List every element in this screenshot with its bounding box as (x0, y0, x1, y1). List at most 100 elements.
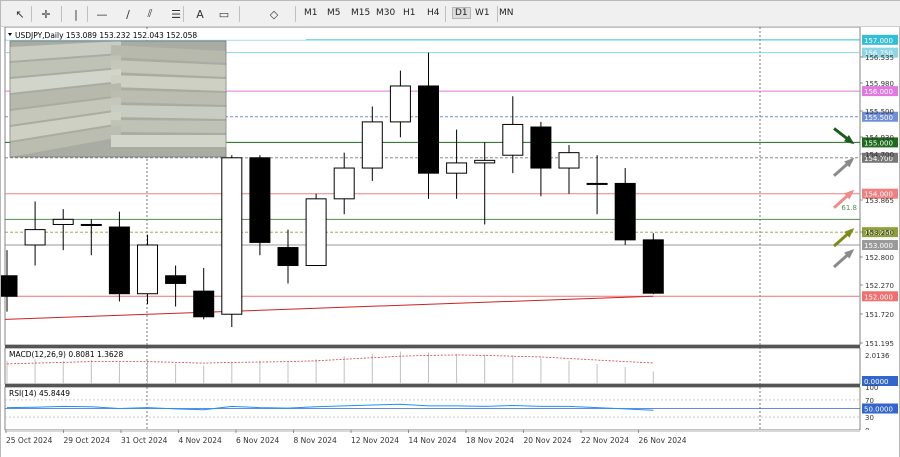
bearish-candle-body (165, 275, 187, 284)
price-tick-label: 152.270 (865, 282, 894, 290)
rsi-tick-label: 100 (865, 384, 878, 392)
date-tick-label: 26 Nov 2024 (639, 436, 687, 445)
bullish-candle-body (80, 223, 102, 226)
price-tick-label: 153.865 (865, 197, 894, 205)
date-tick-label: 12 Nov 2024 (351, 436, 399, 445)
level-price-text: 157.000 (864, 37, 893, 45)
banknote-yen (111, 120, 226, 133)
timeframe-m15[interactable]: M15 (351, 8, 370, 18)
candle (249, 155, 271, 256)
level-price-text: 153.000 (864, 242, 893, 250)
date-tick-label: 20 Nov 2024 (524, 436, 572, 445)
bearish-candle-body (193, 290, 215, 318)
price-tick-label: 156.535 (865, 54, 894, 62)
toolbar-separator (295, 6, 296, 22)
date-tick-label: 14 Nov 2024 (409, 436, 457, 445)
level-price-text: 152.000 (864, 293, 893, 301)
timeframe-h1[interactable]: H1 (403, 8, 416, 18)
bearish-candle-body (249, 157, 271, 243)
toolbar-separator (31, 6, 32, 22)
timeframe-m1[interactable]: M1 (304, 8, 318, 18)
bearish-candle-body (277, 247, 299, 266)
vertical-line-icon[interactable]: | (67, 5, 85, 23)
trendline-icon[interactable]: ∕ (119, 5, 137, 23)
timeframe-h4[interactable]: H4 (427, 8, 440, 18)
banknote-yen (111, 105, 226, 119)
candle (305, 193, 327, 267)
banknote-yen (111, 135, 226, 147)
bearish-candle-body (1, 275, 18, 297)
price-tick-label: 155.980 (865, 80, 894, 88)
timeframe-d1[interactable]: D1 (452, 7, 471, 19)
timeframe-m5[interactable]: M5 (327, 8, 341, 18)
crosshair-icon[interactable]: ✛ (37, 5, 55, 23)
pane-divider (5, 384, 860, 387)
shapes-icon[interactable]: ◇ (265, 5, 283, 23)
date-tick-label: 22 Nov 2024 (581, 436, 629, 445)
toolbar-separator (497, 6, 498, 22)
macd-pane (4, 347, 861, 385)
bullish-candle-body (502, 123, 524, 156)
candle (221, 155, 243, 328)
horizontal-line-icon[interactable]: — (93, 5, 111, 23)
date-tick-label: 8 Nov 2024 (294, 436, 337, 445)
fibonacci-label: 61.8 (841, 204, 857, 212)
price-tick-label: 151.720 (865, 311, 894, 319)
bullish-candle-body (137, 244, 158, 295)
bullish-candle-body (305, 198, 327, 267)
bullish-candle-body (221, 157, 243, 315)
channel-icon[interactable]: ⫽ (141, 5, 159, 23)
pane-divider (5, 345, 860, 348)
date-tick-label: 6 Nov 2024 (236, 436, 279, 445)
date-tick-label: 4 Nov 2024 (179, 436, 222, 445)
bearish-candle-body (530, 126, 552, 169)
label-icon[interactable]: ▭ (215, 5, 233, 23)
bearish-candle-body (108, 226, 130, 295)
bullish-candle-body (558, 152, 580, 169)
toolbar-separator (87, 6, 88, 22)
bearish-candle-body (614, 182, 636, 241)
toolbar-separator (239, 6, 240, 22)
bullish-candle-body (389, 85, 411, 123)
bullish-candle-body (333, 167, 355, 200)
rsi-value-text: 50.0000 (864, 406, 893, 414)
timeframe-w1[interactable]: W1 (475, 8, 490, 18)
date-tick-label: 18 Nov 2024 (466, 436, 514, 445)
price-tick-label: 154.930 (865, 134, 894, 142)
currency-photo (9, 40, 227, 158)
toolbar-separator (445, 6, 446, 22)
date-tick-label: 25 Oct 2024 (6, 436, 53, 445)
macd-tick-label: 2.0136 (865, 352, 890, 360)
cursor-arrow-icon[interactable]: ↖ (11, 5, 29, 23)
date-tick-label: 29 Oct 2024 (64, 436, 111, 445)
bearish-candle-body (418, 85, 439, 174)
price-tick-label: 154.700 (865, 151, 894, 159)
symbol-ohlc-label: USDJPY,Daily 153.089 153.232 152.043 152… (15, 31, 197, 40)
bearish-candle-body (642, 239, 664, 294)
candle (137, 234, 158, 304)
text-icon[interactable]: A (191, 5, 209, 23)
rsi-label: RSI(14) 45.8449 (9, 389, 70, 398)
bullish-candle-body (446, 162, 468, 174)
toolbar-separator (183, 6, 184, 22)
date-tick-label: 31 Oct 2024 (121, 436, 168, 445)
rsi-tick-label: 30 (865, 414, 874, 422)
bullish-candle-body (586, 182, 608, 185)
price-tick-label: 155.500 (865, 108, 894, 116)
timeframe-m30[interactable]: M30 (376, 8, 395, 18)
bullish-candle-body (361, 121, 383, 169)
timeframe-mn[interactable]: MN (499, 8, 514, 18)
price-tick-label: 151.195 (865, 340, 894, 348)
price-chart[interactable]: 157.000156.750156.000155.500155.000154.7… (1, 27, 899, 457)
candle (642, 233, 664, 295)
trading-terminal-window: ↖ ✛ | — ∕ ⫽ ☰ A ▭ ◇ M1 M5 M15 M30 H1 H4 D1 W1 MN 157.000 15… (0, 0, 900, 457)
price-tick-label: 153.250 (865, 229, 894, 237)
level-price-text: 156.000 (864, 88, 893, 96)
bullish-candle-body (474, 159, 496, 164)
price-tick-label: 152.800 (865, 254, 894, 262)
bullish-candle-body (52, 218, 74, 225)
bullish-candle-body (24, 229, 46, 246)
macd-label: MACD(12,26,9) 0.8081 1.3628 (9, 350, 123, 359)
chart-toolbar: ↖ ✛ | — ∕ ⫽ ☰ A ▭ ◇ M1 M5 M15 M30 H1 H4 D1 W1 MN (1, 1, 900, 27)
toolbar-separator (61, 6, 62, 22)
